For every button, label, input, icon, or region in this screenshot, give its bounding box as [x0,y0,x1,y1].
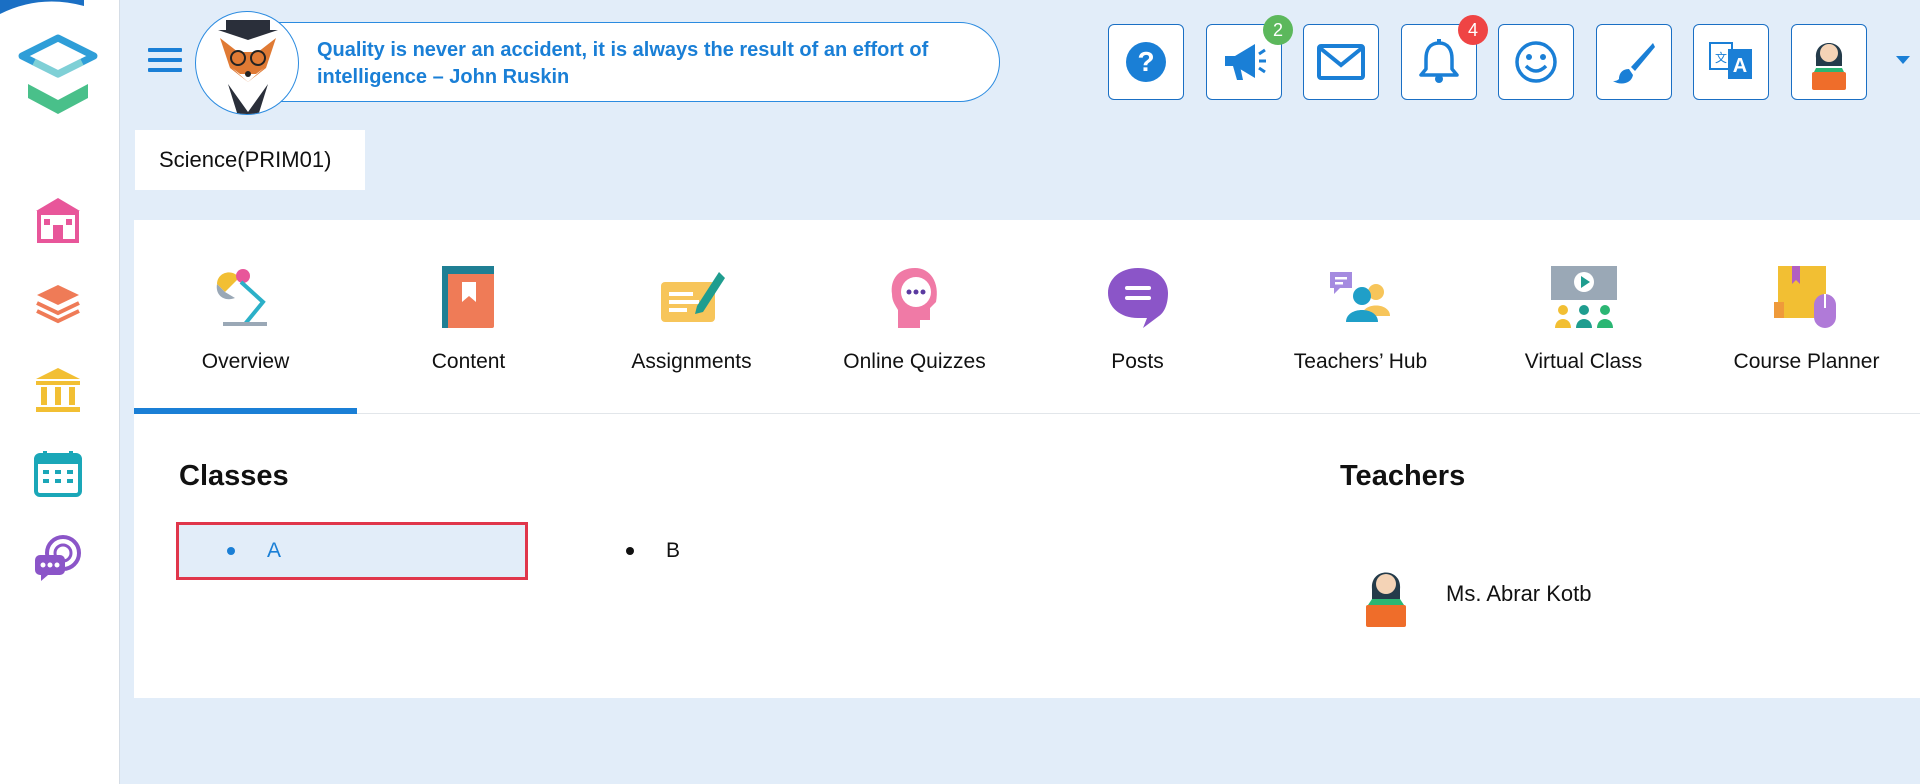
bell-icon [1419,39,1459,83]
help-button[interactable]: ? [1108,24,1184,100]
tab-label: Posts [1111,350,1164,373]
pen-paper-icon [660,272,725,322]
class-label: A [267,539,282,562]
planner-icon [1773,266,1836,328]
svg-text:文: 文 [1715,50,1727,65]
sidebar-top-arc [0,0,90,14]
sidebar-school-icon[interactable] [32,194,84,246]
announcements-button[interactable]: 2 [1206,15,1293,100]
quote-text: Quality is never an accident, it is alwa… [317,39,929,88]
book-icon [441,266,494,328]
course-title: Science(PRIM01) [135,130,365,190]
tab-virtual-class[interactable]: Virtual Class [1472,220,1695,414]
tab-label: Teachers’ Hub [1293,350,1428,373]
hamburger-menu-button[interactable] [148,48,182,76]
menu-line [148,58,182,62]
svg-text:?: ? [1137,46,1154,77]
tab-label: Overview [201,350,290,373]
tab-label: Online Quizzes [843,350,986,373]
bullet-dot [626,547,634,555]
class-item-a[interactable]: A [176,522,528,580]
chat-bubble-icon [1107,268,1168,328]
teacher-name: Ms. Abrar Kotb [1446,581,1592,606]
classes-heading: Classes [179,460,289,492]
language-button[interactable]: 文A [1693,24,1769,100]
tab-teachers-hub[interactable]: Teachers’ Hub [1249,220,1472,414]
megaphone-icon [1225,44,1266,80]
active-tab-indicator [134,408,357,414]
menu-line [148,48,182,52]
teachers-heading: Teachers [1340,460,1466,492]
tab-online-quizzes[interactable]: Online Quizzes [803,220,1026,414]
paintbrush-icon [1613,43,1655,84]
thinking-head-icon [891,268,937,328]
desk-lamp-icon [216,269,267,326]
messages-button[interactable] [1303,24,1379,100]
tab-overview[interactable]: Overview [134,220,357,414]
smiley-icon [1515,41,1557,83]
class-item-b[interactable]: B [612,522,812,580]
announcements-badge: 2 [1263,15,1293,45]
envelope-icon [1317,44,1365,80]
class-label: B [666,539,681,562]
profile-button[interactable] [1791,24,1867,100]
notifications-badge: 4 [1458,15,1488,45]
teachers-group-icon [1329,272,1390,322]
tab-posts[interactable]: Posts [1026,220,1249,414]
question-icon: ? [1126,42,1166,82]
theme-button[interactable] [1596,24,1672,100]
teacher-avatar-icon [1812,43,1846,90]
tab-label: Assignments [631,350,752,373]
virtual-class-icon [1550,266,1617,328]
notifications-button[interactable]: 4 [1401,15,1488,100]
tab-content[interactable]: Content [357,220,580,414]
tab-label: Virtual Class [1524,350,1643,373]
menu-line [148,68,182,72]
mood-button[interactable] [1498,24,1574,100]
sidebar [0,0,120,784]
tab-assignments[interactable]: Assignments [580,220,803,414]
bullet-dot [227,547,235,555]
profile-dropdown-caret[interactable] [1896,56,1910,64]
tab-label: Content [431,350,506,373]
sidebar-calendar-icon[interactable] [32,448,84,500]
tab-label: Course Planner [1733,350,1880,373]
svg-text:A: A [1733,55,1747,77]
teacher-avatar-icon [1366,572,1406,627]
sidebar-institution-icon[interactable] [32,364,84,416]
course-panel: Overview Content Assignments Online Quiz… [134,220,1920,698]
sidebar-layers-icon[interactable] [32,278,84,330]
sidebar-chat-icon[interactable] [32,532,84,584]
school-logo[interactable] [14,32,102,124]
fox-mascot-avatar [195,11,299,115]
quote-banner: Quality is never an accident, it is alwa… [195,11,1000,115]
translate-icon: 文A [1709,42,1752,79]
teacher-item[interactable]: Ms. Abrar Kotb [1360,554,1760,634]
course-tabs: Overview Content Assignments Online Quiz… [134,220,1920,414]
tab-course-planner[interactable]: Course Planner [1695,220,1918,414]
